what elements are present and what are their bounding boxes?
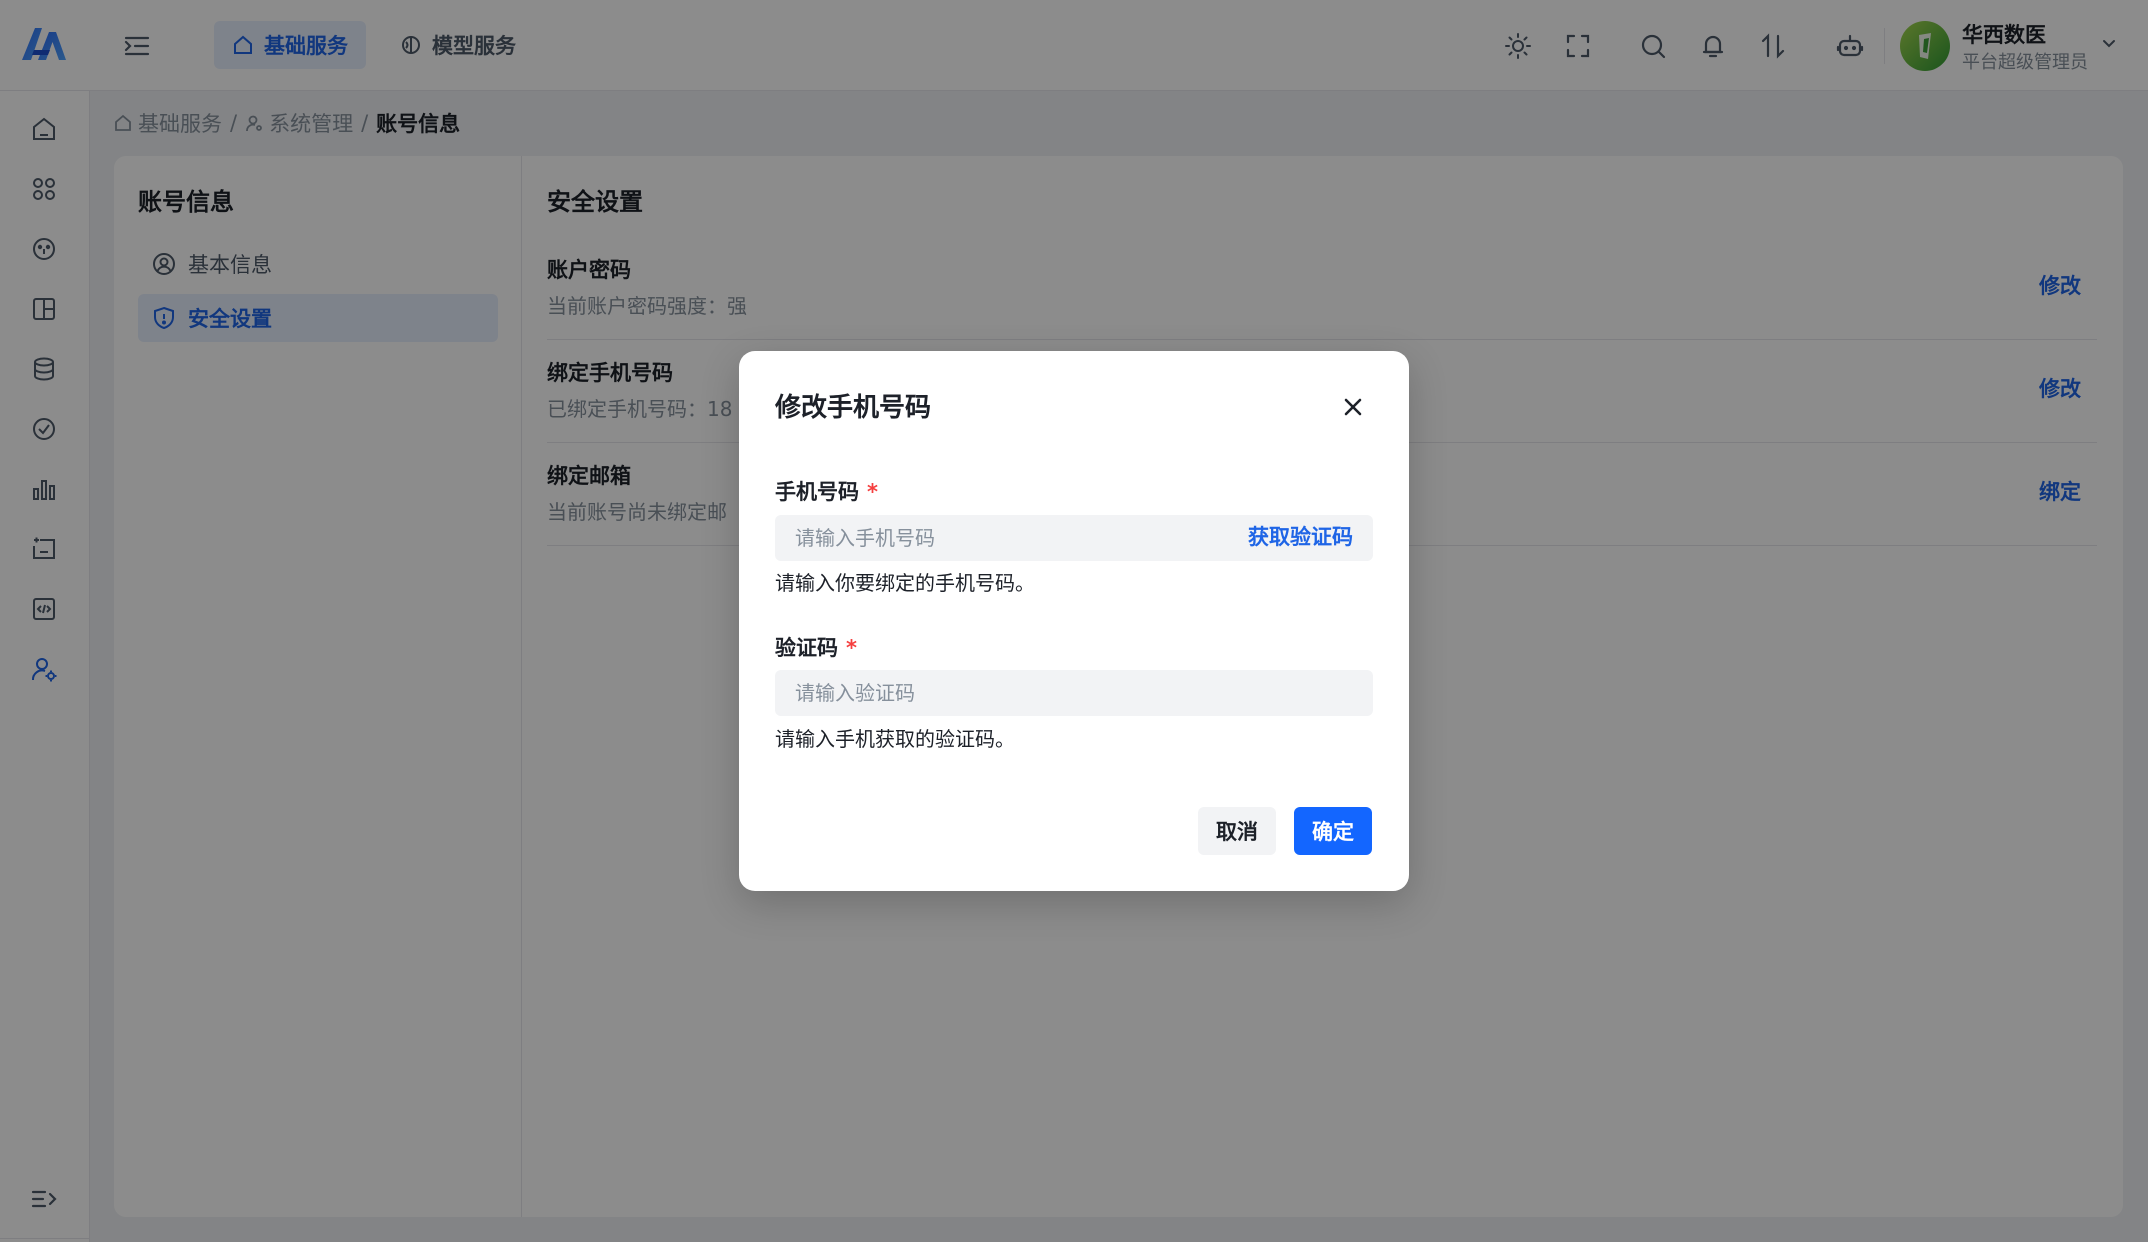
phone-field-label: 手机号码 * xyxy=(775,476,878,506)
code-label-text: 验证码 xyxy=(775,636,838,660)
confirm-button[interactable]: 确定 xyxy=(1294,807,1372,855)
cancel-button[interactable]: 取消 xyxy=(1198,807,1276,855)
change-phone-dialog: 修改手机号码 手机号码 * 获取验证码 请输入你要绑定的手机号码。 验证码 * 请输… xyxy=(739,351,1409,891)
required-mark: * xyxy=(846,636,857,660)
dialog-title: 修改手机号码 xyxy=(775,393,932,423)
close-icon[interactable] xyxy=(1337,391,1369,423)
code-field-label: 验证码 * xyxy=(775,632,857,662)
required-mark: * xyxy=(867,480,878,504)
phone-label-text: 手机号码 xyxy=(775,480,859,504)
verification-code-input[interactable] xyxy=(775,670,1373,716)
code-help-text: 请输入手机获取的验证码。 xyxy=(775,727,1015,751)
phone-help-text: 请输入你要绑定的手机号码。 xyxy=(775,571,1035,595)
get-code-button[interactable]: 获取验证码 xyxy=(1248,521,1353,551)
